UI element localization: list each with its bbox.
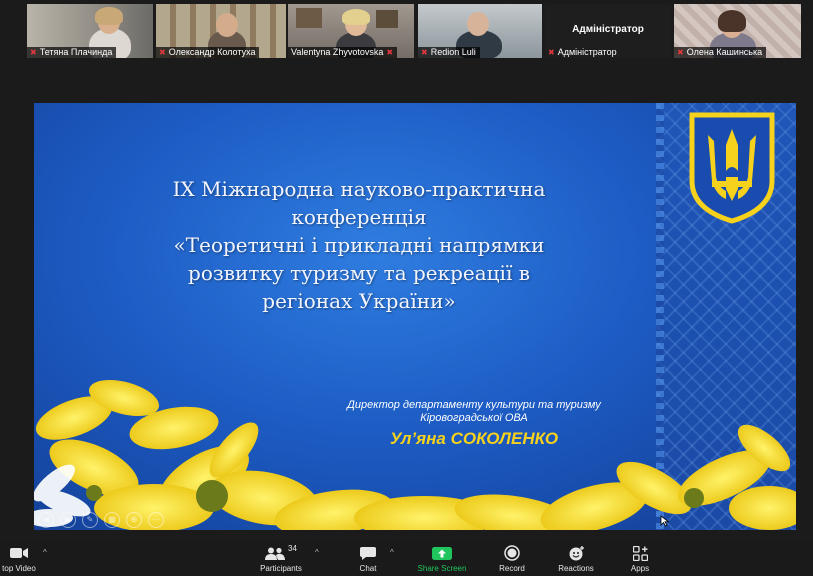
participant-tile[interactable]: ✖ Олена Кашинська xyxy=(674,4,801,58)
apps-icon xyxy=(632,545,648,561)
mic-muted-icon: ✖ xyxy=(386,48,394,57)
reactions-smiley-icon xyxy=(569,546,584,561)
video-camera-icon xyxy=(10,548,28,558)
mouse-cursor-icon xyxy=(660,515,670,527)
speaker-position: Директор департаменту культури та туризм… xyxy=(347,399,601,424)
meeting-toolbar: top Video ^ 34 Participants ^ Chat ^ Sha… xyxy=(0,541,813,576)
share-screen-button[interactable]: Share Screen xyxy=(412,544,472,573)
zoom-icon[interactable]: ⊕ xyxy=(126,512,142,528)
slide-controls: ◀ ▶ ✎ ▦ ⊕ ⋯ xyxy=(34,508,164,530)
pen-icon[interactable]: ✎ xyxy=(82,512,98,528)
participant-name: Олена Кашинська xyxy=(686,47,763,57)
record-button[interactable]: Record xyxy=(492,544,532,573)
participant-name: Valentyna Zhyvotovska xyxy=(291,47,384,57)
mic-muted-icon: ✖ xyxy=(677,48,684,57)
participant-name: Redion Luli xyxy=(430,47,476,57)
participant-tile[interactable]: ✖ Тетяна Плачинда xyxy=(27,4,153,58)
mic-muted-icon: ✖ xyxy=(421,48,428,57)
previous-slide-icon[interactable]: ◀ xyxy=(38,512,54,528)
stop-video-button[interactable]: top Video xyxy=(0,544,42,573)
chat-icon xyxy=(360,547,376,560)
view-icon[interactable]: ▦ xyxy=(104,512,120,528)
participant-strip: ✖ Тетяна Плачинда ✖ Олександр Колотуха Val… xyxy=(0,0,813,102)
mic-muted-icon: ✖ xyxy=(159,48,166,57)
slide-title: IX Міжнародна науково-практична конферен… xyxy=(172,177,546,313)
video-options-caret-icon[interactable]: ^ xyxy=(43,548,47,557)
more-icon[interactable]: ⋯ xyxy=(148,512,164,528)
participant-name: Адміністратор xyxy=(557,47,617,57)
participant-tile[interactable]: ✖ Олександр Колотуха xyxy=(156,4,286,58)
chat-button[interactable]: Chat xyxy=(350,544,386,573)
mic-muted-icon: ✖ xyxy=(548,48,555,57)
shared-screen-slide: IX Міжнародна науково-практична конферен… xyxy=(34,103,796,530)
participant-name: Олександр Колотуха xyxy=(168,47,256,57)
reactions-button[interactable]: Reactions xyxy=(552,544,600,573)
record-icon xyxy=(504,545,520,561)
trident-emblem-icon xyxy=(689,112,775,224)
participant-tile[interactable]: Адміністратор ✖ Адміністратор xyxy=(545,4,671,58)
participant-tile[interactable]: ✖ Redion Luli xyxy=(418,4,542,58)
participants-count: 34 xyxy=(288,544,297,553)
chat-options-caret-icon[interactable]: ^ xyxy=(390,548,394,557)
participants-icon xyxy=(265,547,286,560)
next-slide-icon[interactable]: ▶ xyxy=(60,512,76,528)
participants-options-caret-icon[interactable]: ^ xyxy=(315,548,319,557)
speaker-name: Ул’яна СОКОЛЕНКО xyxy=(389,429,559,448)
share-screen-icon xyxy=(432,546,452,560)
apps-button[interactable]: Apps xyxy=(622,544,658,573)
mic-muted-icon: ✖ xyxy=(30,48,37,57)
participant-tile[interactable]: Valentyna Zhyvotovska ✖ xyxy=(288,4,414,58)
participants-button[interactable]: 34 Participants xyxy=(253,544,309,573)
participant-display-name: Адміністратор xyxy=(572,24,644,35)
participant-name: Тетяна Плачинда xyxy=(39,47,113,57)
